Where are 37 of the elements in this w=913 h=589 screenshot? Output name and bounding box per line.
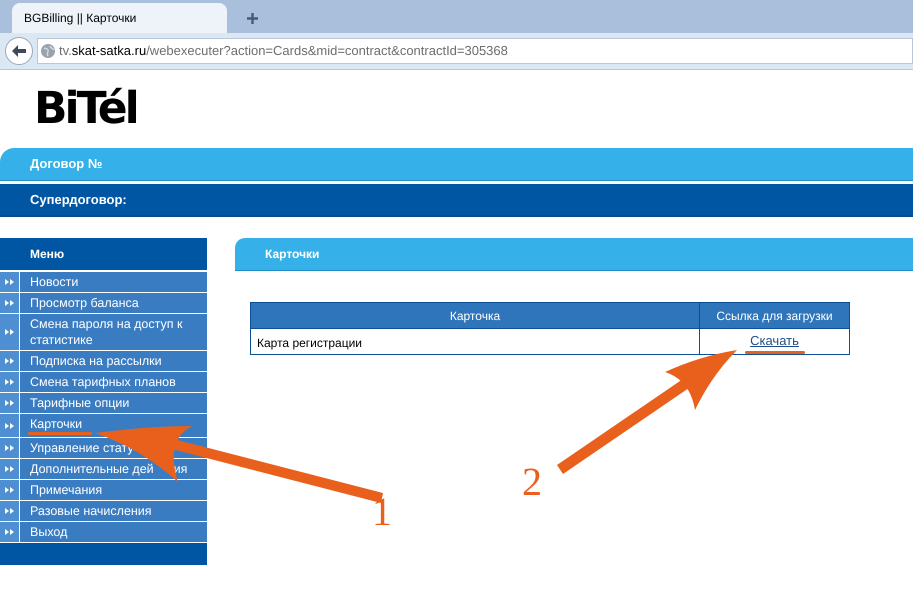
column-header: Ссылка для загрузки [700,302,850,328]
content-title: Карточки [265,246,320,263]
double-arrow-icon [5,466,14,472]
double-arrow-icon [5,329,14,335]
bar-title: Договор № [30,155,102,174]
menu-item[interactable]: Просмотр баланса [0,293,207,314]
double-arrow-icon [5,508,14,514]
menu-item[interactable]: Смена тарифных планов [0,372,207,393]
menu-item[interactable]: Разовые начисления [0,501,207,522]
back-button[interactable] [5,37,33,65]
menu-item[interactable]: Новости [0,272,207,293]
double-arrow-icon [5,358,14,364]
double-arrow-icon [5,279,14,285]
menu-title: Меню [30,246,64,263]
column-header: Карточка [250,302,700,328]
url-text: tv.skat-satka.ru/webexecuter?action=Cards&mid=contract&contractId=305368 [59,42,508,60]
browser-tab[interactable]: BGBilling || Карточки [12,3,227,33]
globe-icon [41,44,55,58]
annotation-number: 2 [522,462,542,502]
logo: BiTél [34,87,137,131]
table-cell: Карта регистрации [250,328,700,354]
double-arrow-icon [5,300,14,306]
double-arrow-icon [5,422,14,428]
double-arrow-icon [5,400,14,406]
menu-item[interactable]: Примечания [0,480,207,501]
address-field[interactable]: tv.skat-satka.ru/webexecuter?action=Cards&mid=contract&contractId=305368 [37,38,913,64]
menu-item[interactable]: Тарифные опции [0,393,207,414]
new-tab-icon[interactable] [247,13,258,24]
double-arrow-icon [5,529,14,535]
back-arrow-icon [12,45,26,57]
menu-item[interactable]: Смена пароля на доступ к статистике [0,314,207,351]
menu-item[interactable]: Выход [0,522,207,543]
double-arrow-icon [5,379,14,385]
menu-item[interactable]: Подписка на рассылки [0,351,207,372]
double-arrow-icon [5,487,14,493]
bar-title: Супердоговор: [30,190,127,209]
double-arrow-icon [5,445,14,451]
